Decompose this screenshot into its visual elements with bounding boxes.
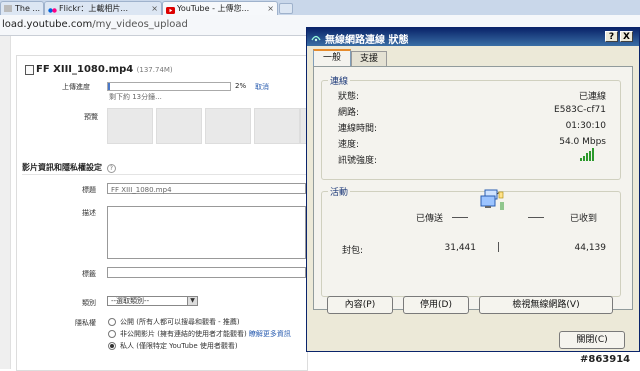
flickr-icon: [48, 5, 57, 13]
privacy-public-radio[interactable]: [108, 318, 116, 326]
connection-group-title: 連線: [328, 74, 351, 87]
signal-bar: [586, 153, 588, 161]
filesize-text: (137.74M): [136, 66, 173, 74]
learn-more-link[interactable]: 瞭解更多資訊: [249, 330, 291, 338]
divider: [22, 174, 306, 175]
signal-bar: [592, 148, 594, 161]
time-remaining: 剩下約 13分鐘...: [109, 93, 162, 101]
preview-thumbnail: [205, 108, 251, 144]
preview-thumbnail: [156, 108, 202, 144]
watermark: #863914: [580, 354, 631, 365]
network-value: E583C-cf71: [554, 105, 606, 115]
speed-value: 54.0 Mbps: [559, 137, 606, 147]
help-icon[interactable]: ?: [106, 164, 116, 173]
properties-button[interactable]: 內容(P): [327, 296, 393, 314]
close-dialog-button[interactable]: 關閉(C): [559, 331, 625, 349]
preview-label: 預覽: [84, 113, 98, 121]
tab-the[interactable]: The ...: [0, 1, 44, 15]
tab-label: Flickr：上載相片...: [59, 4, 128, 13]
page-left-margin: [0, 36, 11, 369]
category-label: 類別: [82, 299, 96, 307]
network-activity-icon: [479, 188, 507, 218]
status-label: 狀態:: [338, 92, 360, 102]
sent-line: [452, 217, 468, 218]
privacy-private-label: 私人 (僅限特定 YouTube 使用者觀看): [120, 342, 238, 350]
received-line: [528, 217, 544, 218]
preview-thumbnail: [107, 108, 153, 144]
status-value: 已連線: [578, 92, 606, 102]
privacy-unlisted-radio[interactable]: [108, 330, 116, 338]
activity-group-title: 活動: [328, 185, 351, 198]
signal-strength-icon: [580, 147, 596, 161]
tags-label: 標籤: [82, 270, 96, 278]
description-label: 描述: [82, 209, 96, 217]
signal-bar: [580, 158, 582, 161]
section-title-text: 影片資訊和隱私權設定: [22, 163, 102, 172]
view-wireless-networks-button[interactable]: 檢視無線網路(V): [479, 296, 613, 314]
cancel-upload-link[interactable]: 取消: [255, 82, 269, 92]
tab-strip: The ... Flickr：上載相片... × YouTube - 上傳您..…: [0, 0, 640, 15]
signal-bar: [589, 150, 591, 161]
section-title: 影片資訊和隱私權設定 ?: [22, 162, 116, 173]
privacy-unlisted-label: 非公開影片 (擁有連結的使用者才能觀看) 瞭解更多資訊: [120, 329, 291, 339]
new-tab-button[interactable]: [279, 3, 293, 14]
title-input[interactable]: FF XIII_1080.mp4: [107, 183, 306, 194]
progress-percent: 2%: [235, 82, 247, 90]
file-icon: [25, 65, 34, 75]
privacy-label: 隱私權: [75, 319, 96, 327]
help-button[interactable]: ?: [605, 31, 618, 42]
general-panel: 連線 狀態: 已連線 網路: E583C-cf71 連線時間: 01:30:10…: [313, 66, 633, 310]
duration-value: 01:30:10: [565, 121, 606, 131]
packets-sent-value: 31,441: [444, 243, 477, 253]
page-icon: [4, 5, 12, 12]
network-label: 網路:: [338, 108, 360, 118]
privacy-private-radio[interactable]: [108, 342, 116, 350]
dialog-titlebar[interactable]: 無線網路連線 狀態 ? X: [307, 28, 639, 46]
upload-filename: FF XIII_1080.mp4 (137.74M): [36, 64, 173, 75]
speed-label: 速度:: [338, 140, 360, 150]
packets-label: 封包:: [342, 246, 364, 256]
upload-progress-fill: [108, 83, 111, 90]
duration-label: 連線時間:: [338, 124, 378, 134]
tab-youtube[interactable]: YouTube - 上傳您... ×: [162, 1, 278, 15]
preview-thumbnail: [254, 108, 300, 144]
url-path: /my_videos_upload: [92, 19, 188, 30]
progress-label: 上傳進度: [62, 83, 90, 91]
dialog-title: 無線網路連線 狀態: [325, 35, 409, 46]
wireless-network-icon: [311, 32, 321, 42]
privacy-unlisted-text: 非公開影片 (擁有連結的使用者才能觀看): [120, 330, 247, 338]
category-select[interactable]: --選取類別-- ▼: [107, 296, 198, 306]
signal-bar: [583, 155, 585, 161]
sent-label: 已傳送: [416, 214, 444, 224]
tab-flickr[interactable]: Flickr：上載相片... ×: [44, 1, 162, 15]
close-tab-icon[interactable]: ×: [267, 2, 274, 15]
description-textarea[interactable]: [107, 206, 306, 259]
tab-support[interactable]: 支援: [351, 51, 387, 66]
category-select-value: --選取類別--: [111, 297, 150, 305]
tags-input[interactable]: [107, 267, 306, 278]
close-tab-icon[interactable]: ×: [151, 2, 158, 15]
youtube-icon: [166, 5, 175, 14]
close-button[interactable]: X: [620, 31, 633, 42]
packets-received-value: 44,139: [574, 243, 607, 253]
received-label: 已收到: [570, 214, 598, 224]
url-domain: load.youtube.com: [2, 19, 93, 30]
tab-general[interactable]: 一般: [313, 49, 351, 67]
packets-divider: [498, 242, 499, 252]
upload-progress-bar: [107, 82, 231, 91]
url-text[interactable]: load.youtube.com/my_videos_upload: [2, 19, 188, 30]
disable-button[interactable]: 停用(D): [403, 296, 469, 314]
signal-strength-label: 訊號強度:: [338, 156, 378, 166]
tab-label: YouTube - 上傳您...: [177, 4, 250, 13]
title-label: 標題: [82, 186, 96, 194]
filename-text: FF XIII_1080.mp4: [36, 64, 134, 75]
chevron-down-icon: ▼: [187, 297, 197, 305]
wireless-status-dialog: 無線網路連線 狀態 ? X 一般 支援 連線 狀態: 已連線 網路: E583C…: [306, 27, 640, 352]
tab-label: The ...: [15, 4, 41, 13]
privacy-public-label: 公開 (所有人都可以搜尋和觀看 - 推薦): [120, 318, 240, 326]
title-input-value: FF XIII_1080.mp4: [111, 186, 172, 194]
